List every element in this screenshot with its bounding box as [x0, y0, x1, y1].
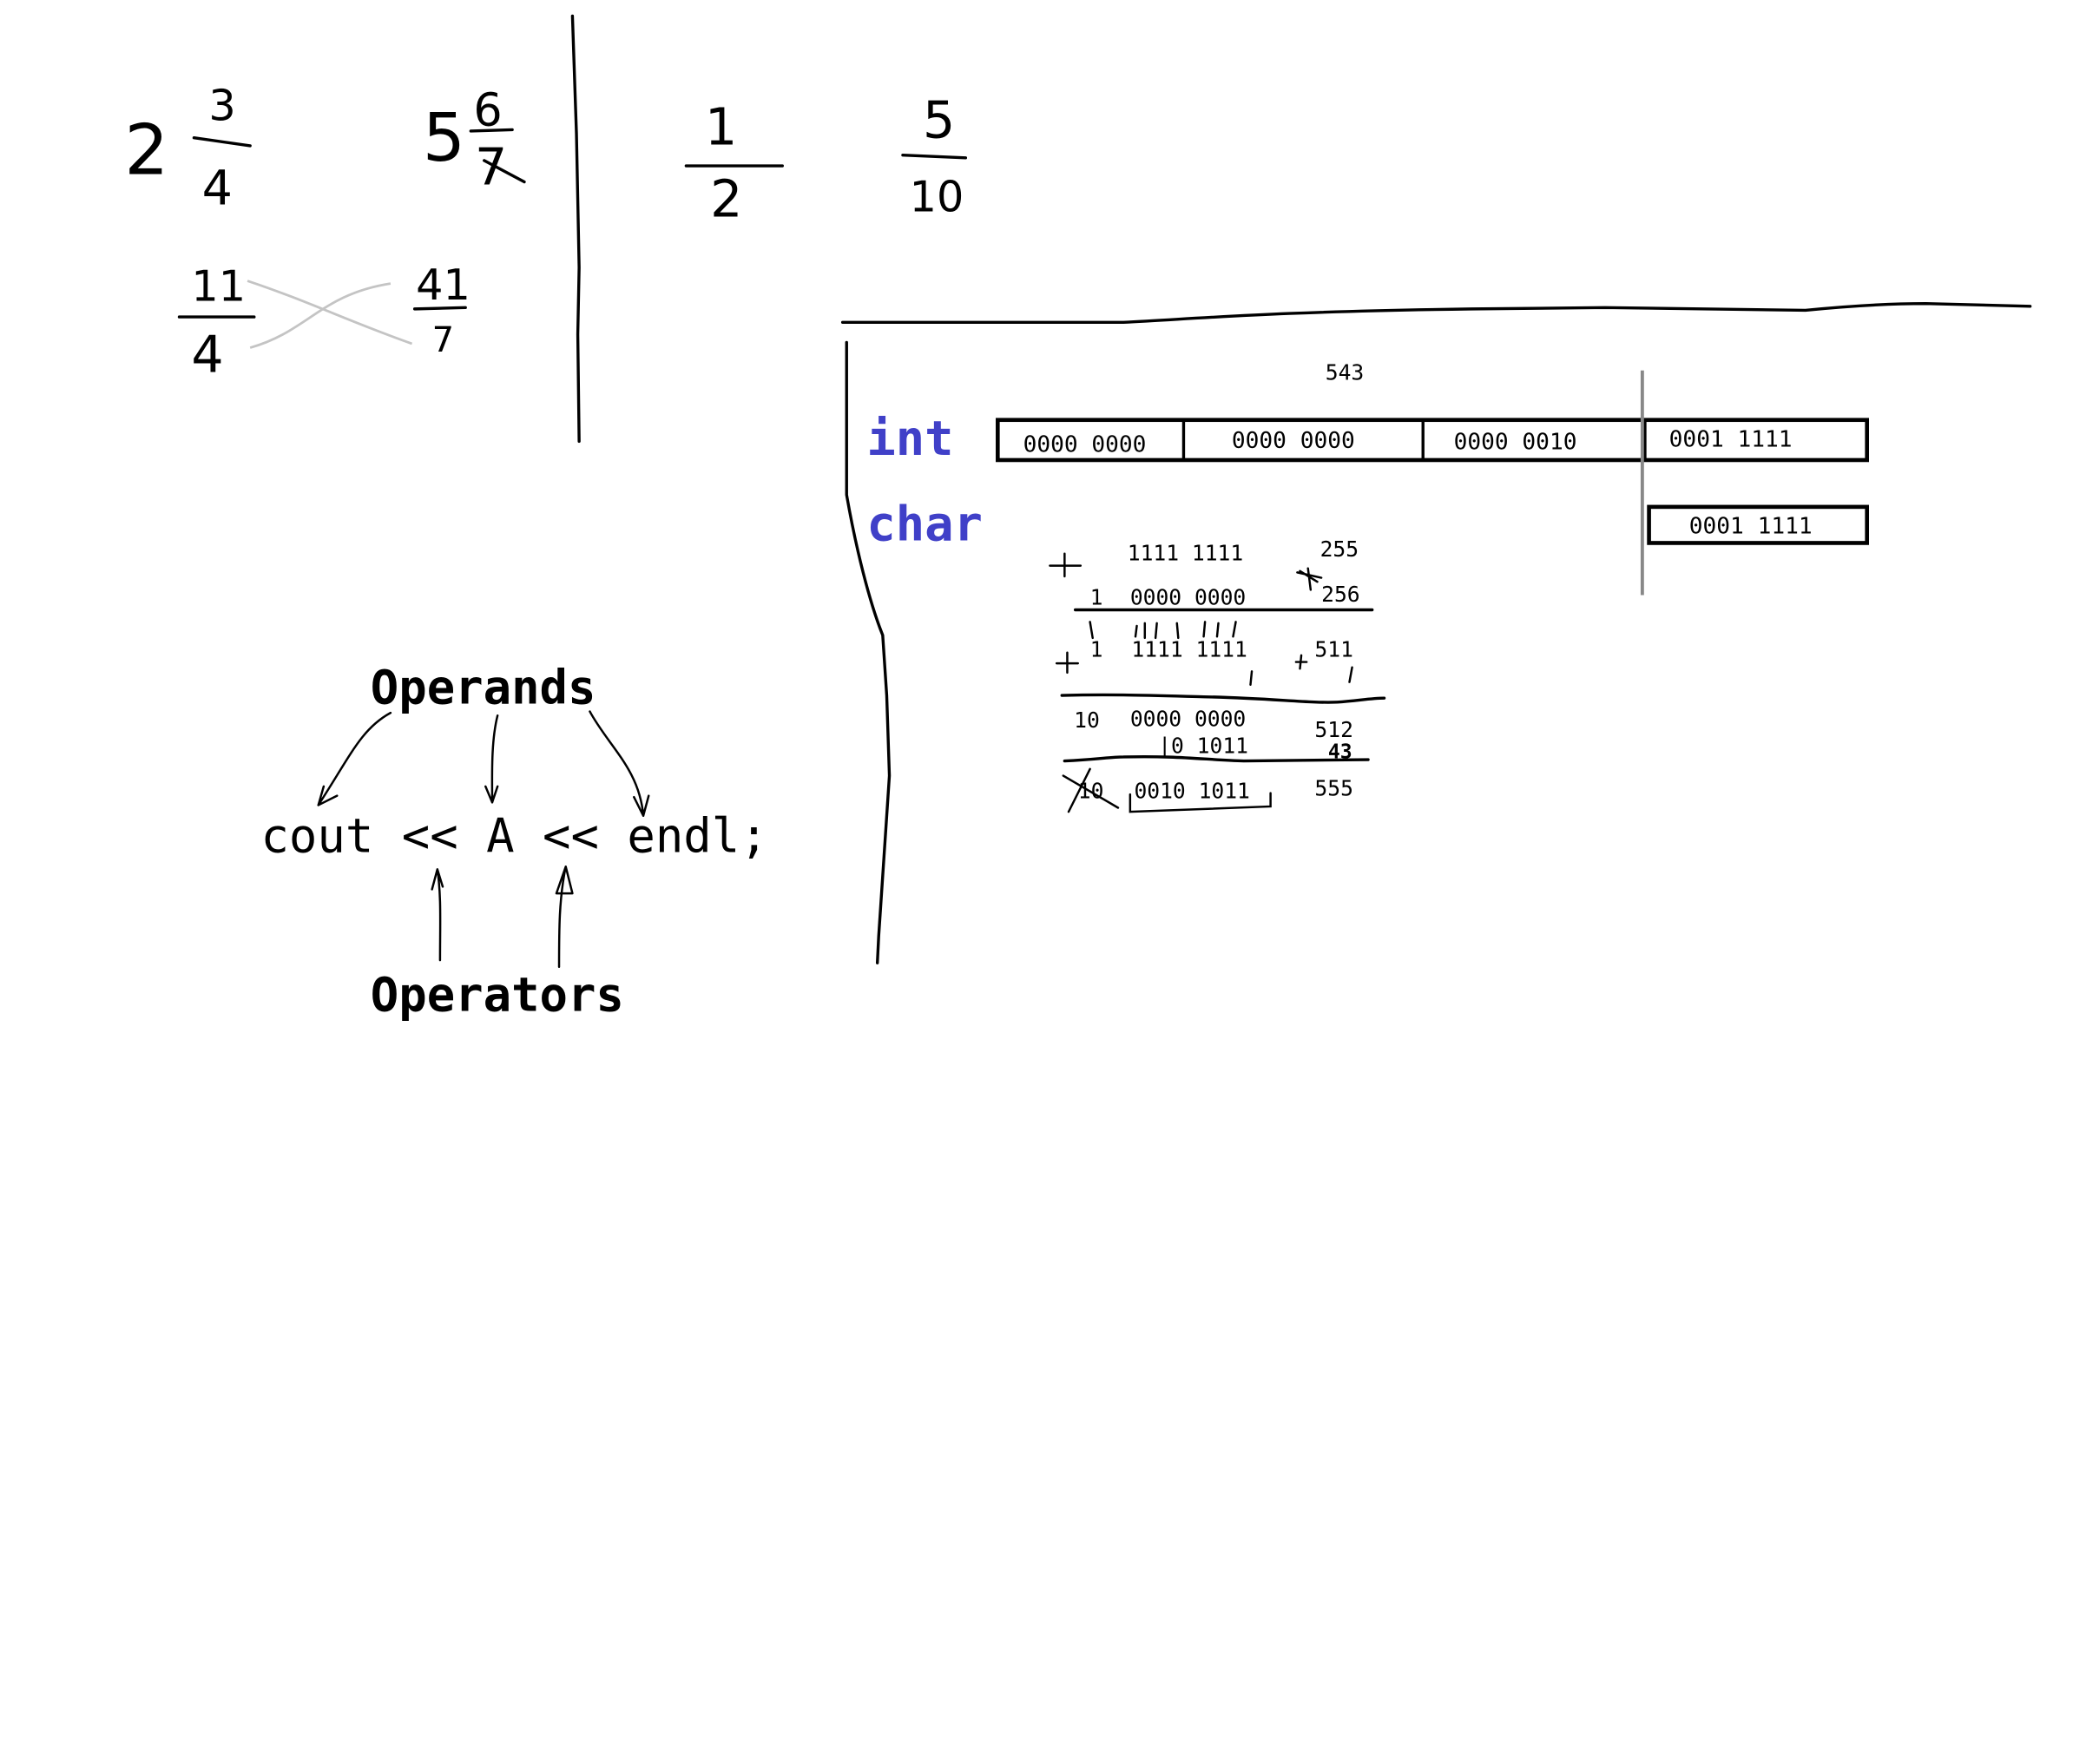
decimal: 255: [1320, 536, 1359, 562]
byte-cell: 0000 0000: [1023, 432, 1147, 458]
improper-fraction-11-4: 11 4: [177, 261, 256, 384]
byte-cell: 0001 1111: [1689, 514, 1813, 540]
horizontal-divider-line: [840, 302, 2032, 324]
bits: 1111 1111: [1131, 636, 1247, 662]
operators-label: Operators: [371, 968, 624, 1023]
denominator: 7: [475, 138, 507, 197]
denominator: 7: [432, 320, 454, 360]
fraction-bar: [192, 135, 252, 148]
operands-label: Operands: [371, 660, 596, 714]
plus-sign: [1055, 651, 1079, 675]
denominator: 4: [202, 161, 233, 217]
numerator: 41: [416, 260, 471, 310]
whole-number: 5: [423, 100, 465, 177]
decimal: 555: [1314, 776, 1352, 801]
mixed-fraction-5-6-7: 5 6 7: [423, 84, 526, 197]
decimal: 256: [1321, 582, 1359, 607]
numerator: 3: [208, 81, 235, 131]
carry: 10: [1074, 708, 1100, 733]
byte-cell: 0000 0000: [1232, 428, 1355, 454]
fraction-bar: [469, 128, 514, 133]
byte-cell: 0000 0010: [1454, 430, 1577, 456]
value-label: 543: [1326, 360, 1364, 385]
denominator: 4: [191, 325, 223, 384]
binary-addition: 1111 1111 255 1 0000 0000 256 1 1111 111…: [1049, 536, 1386, 813]
char-memory-byte: 0001 1111: [1647, 504, 1869, 545]
fraction-5-10: 5 10: [901, 91, 968, 221]
bits: 1111 1111: [1128, 540, 1243, 565]
result-bits: 0010 1011: [1134, 779, 1249, 804]
sum-line: [1060, 693, 1386, 704]
fraction-bar: [901, 154, 968, 160]
denominator: 10: [910, 171, 964, 221]
bits: 0000 0000: [1130, 707, 1246, 732]
numerator: 1: [705, 97, 737, 156]
whiteboard-canvas[interactable]: 2 3 4 5 6 7 11 4 41 7 1 2 5 10 int char …: [0, 0, 2073, 1764]
mixed-fraction-2-3-4: 2 3 4: [124, 81, 252, 217]
numerator: 5: [923, 91, 955, 150]
carry: 1: [1090, 584, 1103, 609]
denominator: 2: [710, 170, 742, 229]
fraction-1-2: 1 2: [684, 97, 784, 229]
code-statement: cout << A << endl;: [260, 808, 767, 863]
bits: |0 1011: [1158, 733, 1248, 758]
decimal: 511: [1314, 636, 1352, 662]
char-label: char: [866, 497, 983, 552]
decimal: 512: [1314, 717, 1352, 742]
fraction-bar: [412, 306, 467, 311]
numerator: 11: [191, 261, 246, 312]
improper-fraction-41-7: 41 7: [412, 260, 471, 360]
whole-number: 2: [124, 109, 168, 190]
int-label: int: [866, 411, 953, 467]
carry-marks: [1089, 621, 1237, 640]
carry: 1: [1090, 636, 1103, 662]
operator-arrows: [431, 866, 574, 969]
plus-sign: [1049, 552, 1083, 578]
byte-cell: 0001 1111: [1669, 427, 1793, 453]
plus-sign: [1296, 567, 1323, 591]
operand-arrows: [317, 710, 650, 817]
bits: 0000 0000: [1130, 584, 1246, 609]
divider-line-vertical: [570, 14, 581, 444]
int-memory-bytes: 0000 0000 0000 0000 0000 0010 0001 1111: [996, 418, 1869, 463]
cross-multiply-lines: [247, 280, 413, 349]
